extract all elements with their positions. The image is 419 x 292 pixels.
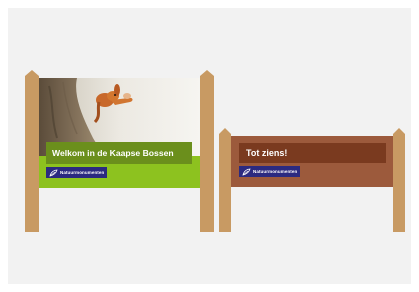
sign-1-left-post bbox=[25, 70, 39, 232]
sign-1-logo: Natuurmonumenten bbox=[46, 167, 108, 178]
sign-2-logo-text: Natuurmonumenten bbox=[253, 169, 298, 174]
welcome-sign-title: Welkom in de Kaapse Bossen bbox=[46, 142, 192, 164]
leaf-logo-icon bbox=[49, 169, 58, 177]
welcome-sign-board: Welkom in de Kaapse Bossen Natuurmonumen… bbox=[39, 78, 200, 188]
sign-1-right-post bbox=[200, 70, 214, 232]
sign-2-logo: Natuurmonumenten bbox=[239, 166, 301, 177]
leaf-logo-icon bbox=[242, 168, 251, 176]
sign-2-right-post bbox=[393, 128, 405, 232]
goodbye-sign-board: Tot ziens! Natuurmonumenten bbox=[231, 136, 393, 187]
sign-1-logo-text: Natuurmonumenten bbox=[60, 170, 105, 175]
goodbye-sign-title: Tot ziens! bbox=[239, 143, 386, 163]
sign-2-left-post bbox=[219, 128, 231, 232]
